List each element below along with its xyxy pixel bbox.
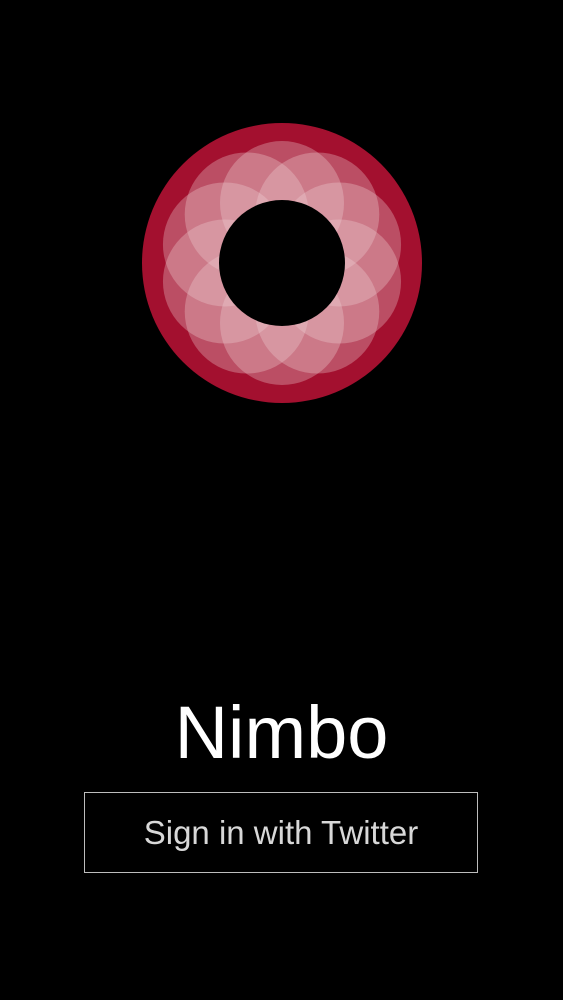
app-title: Nimbo — [174, 691, 389, 774]
flower-ring-icon — [142, 123, 422, 403]
sign-in-with-twitter-button[interactable]: Sign in with Twitter — [84, 792, 478, 873]
login-screen: Nimbo Sign in with Twitter — [0, 0, 563, 1000]
